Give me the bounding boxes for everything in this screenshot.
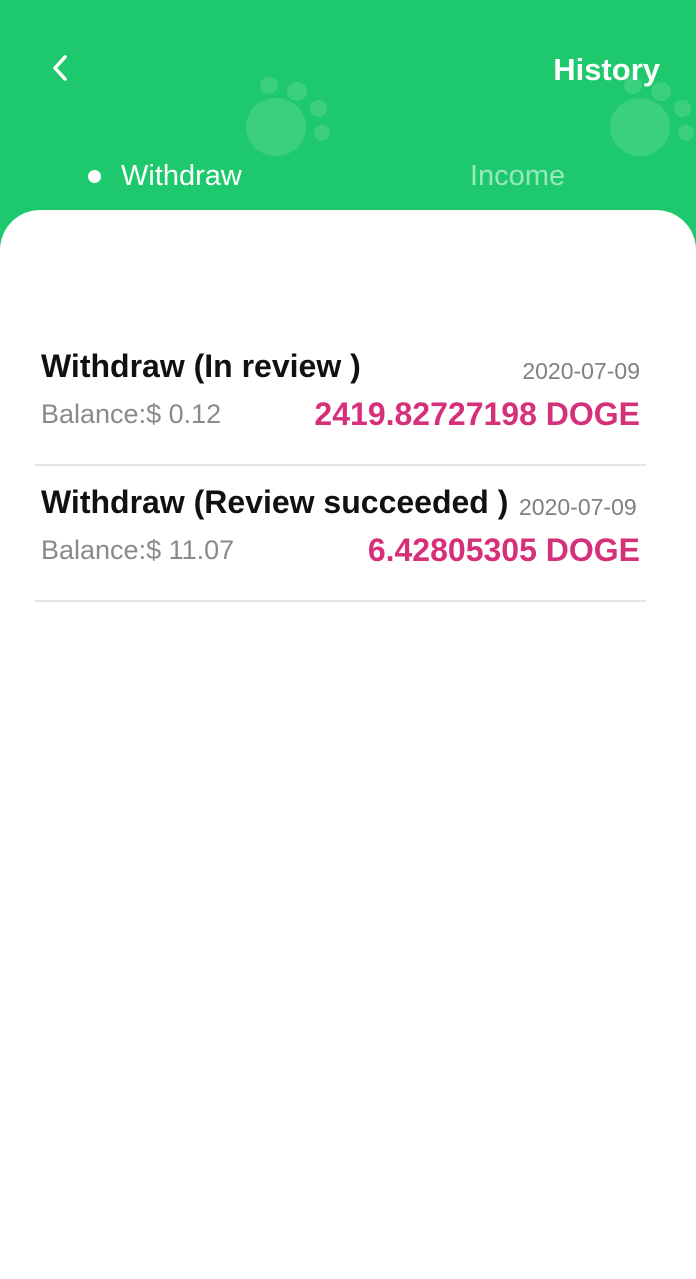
- history-record[interactable]: Withdraw (Review succeeded ) 2020-07-09 …: [35, 464, 646, 602]
- tab-withdraw[interactable]: Withdraw: [88, 152, 242, 200]
- tab-income[interactable]: Income: [470, 152, 565, 200]
- page-title: History: [553, 52, 660, 87]
- record-balance: Balance:$ 11.07: [41, 535, 235, 565]
- record-date: 2020-07-09: [522, 358, 640, 384]
- record-title: Withdraw (Review succeeded ): [41, 484, 509, 520]
- tab-income-label: Income: [470, 159, 566, 192]
- history-record[interactable]: Withdraw (In review ) 2020-07-09 Balance…: [35, 328, 646, 466]
- back-button[interactable]: [40, 48, 80, 88]
- record-title: Withdraw (In review ): [41, 348, 361, 384]
- tab-withdraw-label: Withdraw: [121, 159, 242, 192]
- history-list: Withdraw (In review ) 2020-07-09 Balance…: [0, 210, 696, 1279]
- record-balance: Balance:$ 0.12: [41, 399, 222, 429]
- record-date: 2020-07-09: [519, 494, 637, 520]
- chevron-left-icon: [53, 55, 67, 81]
- active-dot-icon: [88, 169, 101, 183]
- record-amount: 2419.82727198 DOGE: [314, 396, 640, 432]
- record-amount: 6.42805305 DOGE: [367, 532, 640, 568]
- tab-bar: Withdraw Income: [0, 152, 696, 200]
